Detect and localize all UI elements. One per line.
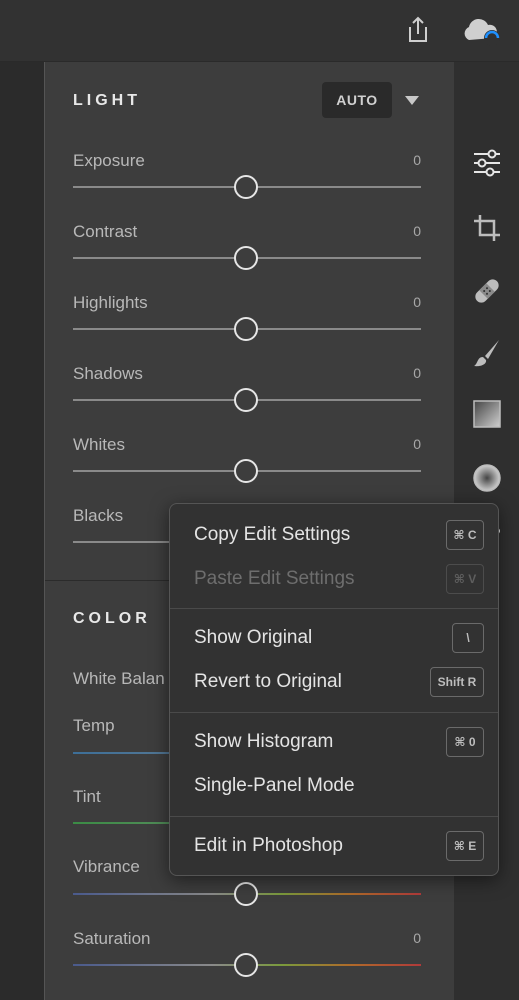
slider-label-exposure: Exposure: [73, 151, 145, 170]
adjust-sliders-icon: [473, 149, 500, 177]
slider-handle-highlights[interactable]: [234, 317, 258, 341]
menu-item-edit-in-photoshop[interactable]: Edit in Photoshop: [194, 835, 343, 857]
menu-item-single-panel-mode[interactable]: Single-Panel Mode: [194, 775, 355, 797]
cloud-sync-button[interactable]: [459, 14, 503, 46]
tool-crop[interactable]: [454, 203, 519, 253]
auto-button[interactable]: AUTO: [322, 82, 392, 118]
slider-value-shadows: 0: [413, 365, 421, 381]
slider-label-whites: Whites: [73, 435, 125, 454]
slider-handle-shadows[interactable]: [234, 388, 258, 412]
slider-value-whites: 0: [413, 436, 421, 452]
slider-label-contrast: Contrast: [73, 222, 138, 241]
slider-label-highlights: Highlights: [73, 293, 148, 312]
tool-brush[interactable]: [454, 328, 519, 378]
slider-handle-contrast[interactable]: [234, 246, 258, 270]
top-bar: [0, 0, 519, 62]
slider-label-tint: Tint: [73, 787, 101, 806]
slider-value-saturation: 0: [413, 930, 421, 946]
cloud-sync-icon: [464, 18, 500, 46]
tool-linear-gradient[interactable]: [454, 389, 519, 439]
panel-edge: [44, 62, 45, 1000]
share-button[interactable]: [402, 14, 434, 46]
healing-bandage-icon: [474, 279, 499, 303]
share-icon: [409, 16, 427, 42]
radial-gradient-icon: [472, 464, 501, 492]
menu-separator: [170, 712, 498, 713]
brush-icon: [473, 340, 499, 367]
linear-gradient-icon: [472, 400, 501, 428]
slider-handle-vibrance[interactable]: [234, 882, 258, 906]
slider-value-contrast: 0: [413, 223, 421, 239]
left-strip: [0, 62, 44, 1000]
slider-handle-exposure[interactable]: [234, 175, 258, 199]
crop-icon: [473, 215, 500, 241]
collapse-caret-icon[interactable]: [405, 96, 419, 105]
slider-label-vibrance: Vibrance: [73, 857, 140, 876]
menu-item-show-original[interactable]: Show Original: [194, 627, 312, 649]
slider-label-blacks: Blacks: [73, 506, 124, 525]
slider-label-saturation: Saturation: [73, 929, 151, 948]
slider-handle-whites[interactable]: [234, 459, 258, 483]
menu-separator: [170, 816, 498, 817]
slider-handle-saturation[interactable]: [234, 953, 258, 977]
menu-separator: [170, 608, 498, 609]
shortcut-revert: Shift R: [430, 667, 484, 697]
white-balance-label: White Balan: [73, 669, 165, 688]
slider-value-highlights: 0: [413, 294, 421, 310]
light-section-title: LIGHT: [73, 92, 141, 109]
shortcut-histogram: ⌘ 0: [446, 727, 484, 757]
menu-item-paste-edit-settings: Paste Edit Settings: [194, 568, 355, 589]
shortcut-paste: ⌘ V: [446, 564, 484, 594]
slider-value-exposure: 0: [413, 152, 421, 168]
menu-item-show-histogram[interactable]: Show Histogram: [194, 731, 333, 753]
menu-item-revert-to-original[interactable]: Revert to Original: [194, 671, 342, 693]
shortcut-show-original: \: [452, 623, 484, 653]
slider-label-temp: Temp: [73, 716, 115, 735]
color-section-title: COLOR: [73, 610, 151, 627]
slider-label-shadows: Shadows: [73, 364, 143, 383]
shortcut-photoshop: ⌘ E: [446, 831, 484, 861]
context-menu: Copy Edit Settings ⌘ C Paste Edit Settin…: [169, 503, 499, 876]
tool-healing[interactable]: [454, 266, 519, 316]
shortcut-copy: ⌘ C: [446, 520, 484, 550]
tool-radial-gradient[interactable]: [454, 453, 519, 503]
tool-adjust[interactable]: [454, 138, 519, 188]
menu-item-copy-edit-settings[interactable]: Copy Edit Settings: [194, 524, 350, 546]
